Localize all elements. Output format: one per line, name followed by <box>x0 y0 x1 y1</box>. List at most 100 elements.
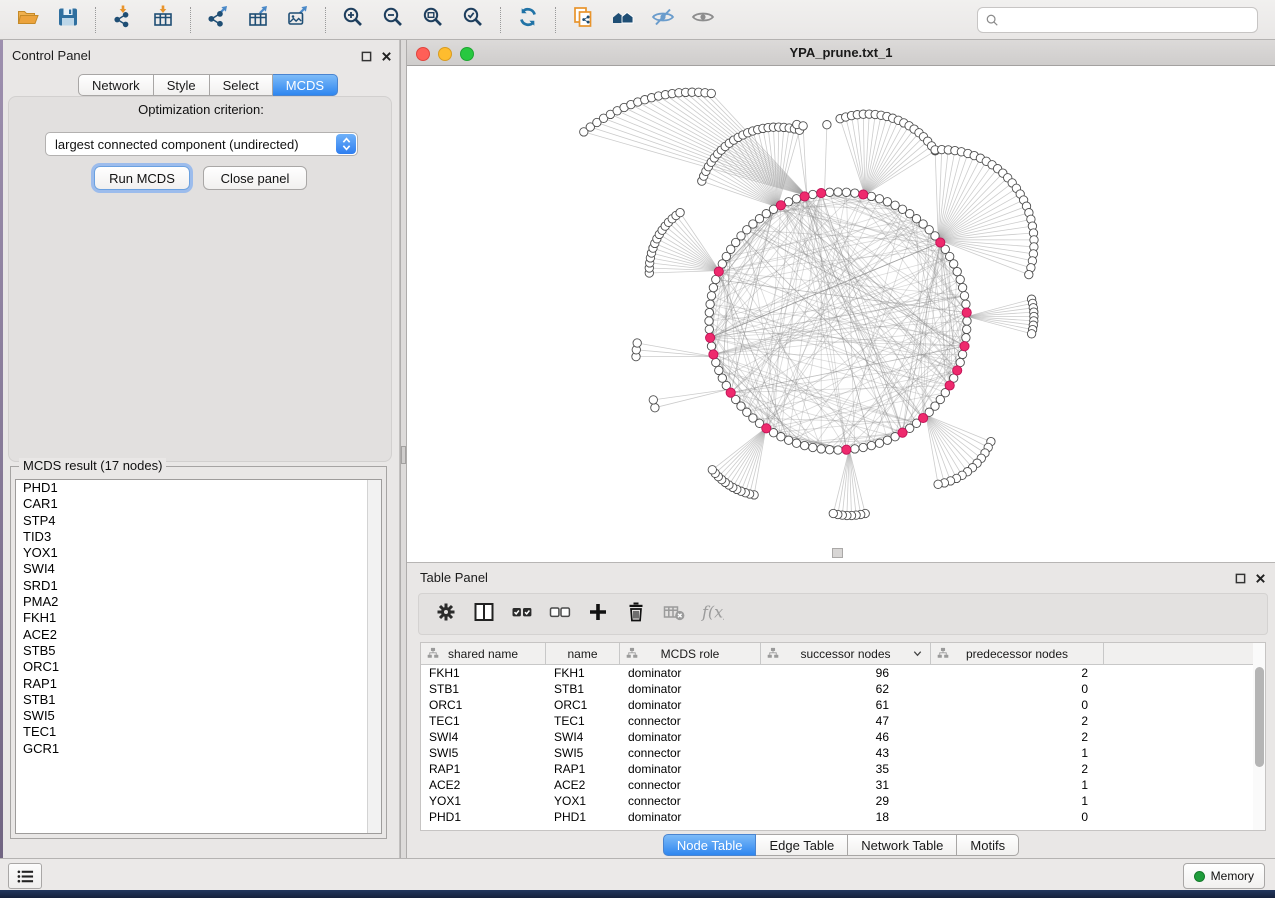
window-minimize-button[interactable] <box>438 47 452 61</box>
tab-style[interactable]: Style <box>154 74 210 96</box>
toggle-panes-button[interactable] <box>465 598 503 630</box>
list-scrollbar[interactable] <box>367 480 381 833</box>
column-header-predecessor-nodes[interactable]: predecessor nodes <box>931 643 1104 664</box>
table-row[interactable]: RAP1RAP1dominator352 <box>421 761 1265 777</box>
table-scrollbar[interactable] <box>1253 642 1266 831</box>
table-row[interactable]: ORC1ORC1dominator610 <box>421 697 1265 713</box>
mcds-result-item[interactable]: FKH1 <box>16 610 381 626</box>
chevron-down-icon[interactable] <box>912 648 923 662</box>
column-header-name[interactable]: name <box>546 643 620 664</box>
tab-edge-table[interactable]: Edge Table <box>756 834 848 856</box>
export-network-button[interactable] <box>198 5 238 35</box>
run-mcds-button[interactable]: Run MCDS <box>94 166 190 190</box>
mcds-result-item[interactable]: PHD1 <box>16 480 381 496</box>
window-close-button[interactable] <box>416 47 430 61</box>
table-row[interactable]: YOX1YOX1connector291 <box>421 793 1265 809</box>
splitter-grip[interactable] <box>401 446 406 464</box>
mcds-result-item[interactable]: SWI4 <box>16 561 381 577</box>
delete-column-button[interactable] <box>617 598 655 630</box>
mcds-node[interactable] <box>706 333 715 342</box>
table-row[interactable]: TEC1TEC1connector472 <box>421 713 1265 729</box>
tab-motifs[interactable]: Motifs <box>957 834 1019 856</box>
mcds-result-item[interactable]: ACE2 <box>16 627 381 643</box>
mcds-result-item[interactable]: GCR1 <box>16 741 381 757</box>
tab-select[interactable]: Select <box>210 74 273 96</box>
column-settings-button[interactable] <box>427 598 465 630</box>
tab-node-table[interactable]: Node Table <box>663 834 757 856</box>
export-image-button[interactable] <box>278 5 318 35</box>
tab-network[interactable]: Network <box>78 74 154 96</box>
table-row[interactable]: SWI5SWI5connector431 <box>421 745 1265 761</box>
mcds-node[interactable] <box>714 267 723 276</box>
close-icon[interactable] <box>381 49 392 67</box>
mcds-node[interactable] <box>817 189 826 198</box>
horizontal-splitter-grip[interactable] <box>832 548 843 558</box>
column-header-mcds-role[interactable]: MCDS role <box>620 643 761 664</box>
mcds-result-item[interactable]: STB1 <box>16 692 381 708</box>
close-icon[interactable] <box>1255 571 1266 589</box>
refresh-button[interactable] <box>508 5 548 35</box>
scrollbar-thumb[interactable] <box>1255 667 1264 767</box>
close-panel-button[interactable]: Close panel <box>203 166 307 190</box>
table-row[interactable]: PHD1PHD1dominator180 <box>421 809 1265 825</box>
open-file-button[interactable] <box>8 5 48 35</box>
mcds-node[interactable] <box>953 366 962 375</box>
zoom-selected-button[interactable] <box>453 5 493 35</box>
mcds-node[interactable] <box>859 190 868 199</box>
search-input[interactable] <box>977 7 1258 33</box>
mcds-result-item[interactable]: SRD1 <box>16 578 381 594</box>
mcds-result-item[interactable]: CAR1 <box>16 496 381 512</box>
column-header-successor-nodes[interactable]: successor nodes <box>761 643 931 664</box>
mcds-node[interactable] <box>762 424 771 433</box>
mcds-result-item[interactable]: RAP1 <box>16 676 381 692</box>
save-session-button[interactable] <box>48 5 88 35</box>
mcds-result-item[interactable]: YOX1 <box>16 545 381 561</box>
network-canvas[interactable] <box>407 66 1275 562</box>
mcds-result-item[interactable]: TID3 <box>16 529 381 545</box>
import-table-button[interactable] <box>143 5 183 35</box>
mcds-node[interactable] <box>842 445 851 454</box>
export-table-button[interactable] <box>238 5 278 35</box>
column-header-shared-name[interactable]: shared name <box>421 643 546 664</box>
select-all-button[interactable] <box>503 598 541 630</box>
mcds-node[interactable] <box>898 428 907 437</box>
mcds-result-item[interactable]: SWI5 <box>16 708 381 724</box>
mcds-result-item[interactable]: PMA2 <box>16 594 381 610</box>
mcds-node[interactable] <box>936 238 945 247</box>
mcds-node[interactable] <box>776 201 785 210</box>
import-network-button[interactable] <box>103 5 143 35</box>
function-builder-button[interactable]: f(x) <box>693 598 731 630</box>
criterion-dropdown[interactable]: largest connected component (undirected) <box>45 132 358 156</box>
window-zoom-button[interactable] <box>460 47 474 61</box>
home-button[interactable] <box>603 5 643 35</box>
memory-button[interactable]: Memory <box>1183 863 1265 889</box>
zoom-in-button[interactable] <box>333 5 373 35</box>
mcds-node[interactable] <box>709 350 718 359</box>
mcds-result-item[interactable]: TEC1 <box>16 724 381 740</box>
table-row[interactable]: STB1STB1dominator620 <box>421 681 1265 697</box>
delete-table-button[interactable] <box>655 598 693 630</box>
add-column-button[interactable] <box>579 598 617 630</box>
table-row[interactable]: SWI4SWI4dominator462 <box>421 729 1265 745</box>
table-row[interactable]: FKH1FKH1dominator962 <box>421 665 1265 681</box>
float-icon[interactable] <box>361 49 372 67</box>
show-all-button[interactable] <box>683 5 723 35</box>
mcds-node[interactable] <box>960 342 969 351</box>
tab-network-table[interactable]: Network Table <box>848 834 957 856</box>
mcds-node[interactable] <box>919 413 928 422</box>
mcds-node[interactable] <box>962 308 971 317</box>
float-icon[interactable] <box>1235 571 1246 589</box>
table-row[interactable]: ACE2ACE2connector311 <box>421 777 1265 793</box>
mcds-result-item[interactable]: STP4 <box>16 513 381 529</box>
zoom-fit-button[interactable] <box>413 5 453 35</box>
mcds-result-item[interactable]: ORC1 <box>16 659 381 675</box>
deselect-all-button[interactable] <box>541 598 579 630</box>
vertical-splitter[interactable] <box>400 40 407 858</box>
task-history-button[interactable] <box>8 863 42 889</box>
tab-mcds[interactable]: MCDS <box>273 74 338 96</box>
clone-network-button[interactable] <box>563 5 603 35</box>
hide-selected-button[interactable] <box>643 5 683 35</box>
mcds-node[interactable] <box>800 192 809 201</box>
mcds-node[interactable] <box>726 388 735 397</box>
mcds-result-item[interactable]: STB5 <box>16 643 381 659</box>
